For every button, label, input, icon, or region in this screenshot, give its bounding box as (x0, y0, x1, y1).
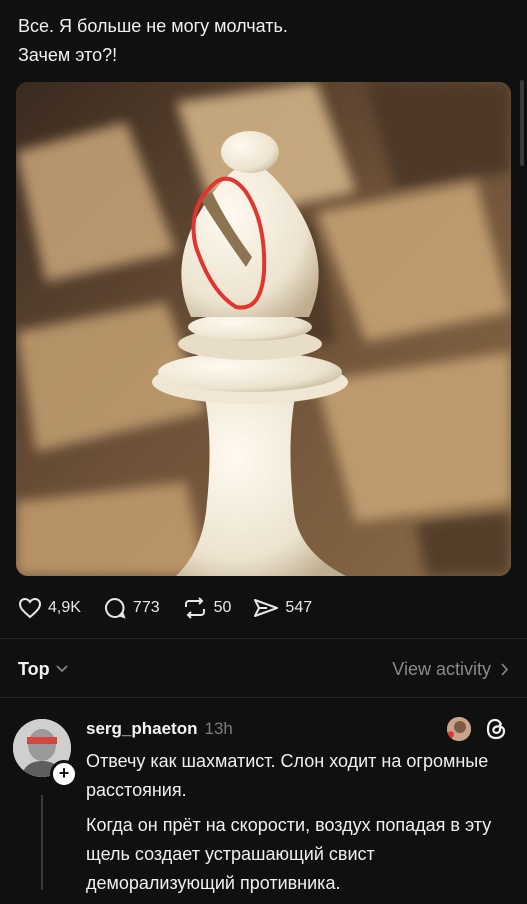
heart-icon (18, 597, 42, 619)
thread-line (41, 795, 43, 890)
chevron-right-icon (501, 662, 509, 676)
chevron-down-icon (56, 665, 68, 673)
post-caption-line: Зачем это?! (18, 45, 118, 65)
comment-paragraph: Отвечу как шахматист. Слон ходит на огро… (86, 751, 489, 800)
like-count: 4,9K (48, 599, 81, 616)
like-button[interactable]: 4,9K (18, 597, 81, 619)
timestamp: 13h (204, 719, 233, 738)
liked-by-author-avatar (447, 717, 471, 741)
share-count: 547 (285, 599, 313, 616)
threads-logo-icon[interactable] (485, 717, 507, 741)
comment-text: Отвечу как шахматист. Слон ходит на огро… (86, 747, 496, 904)
sort-label: Top (18, 658, 50, 679)
comment-button[interactable]: 773 (103, 596, 160, 620)
scrollbar[interactable] (520, 80, 524, 166)
post-caption-line: Все. Я больше не могу молчать. (18, 16, 288, 36)
comment-bubble-icon (104, 597, 126, 619)
comment-item[interactable]: + serg_phaeton 13h Отвечу как шахматист.… (0, 705, 527, 900)
divider (0, 697, 527, 698)
repost-icon (184, 597, 205, 619)
username[interactable]: serg_phaeton (86, 719, 197, 739)
divider (0, 638, 527, 639)
comment-count: 773 (132, 599, 160, 616)
comment-header: serg_phaeton 13h (86, 719, 233, 739)
replies-header: Top View activity (18, 655, 509, 683)
heart-badge-icon (447, 731, 454, 741)
view-activity-label: View activity (392, 658, 491, 679)
view-activity-link[interactable]: View activity (392, 659, 509, 680)
share-button[interactable]: 547 (253, 597, 312, 619)
sort-dropdown[interactable]: Top (18, 659, 68, 680)
follow-plus-button[interactable]: + (50, 760, 78, 788)
post-actions: 4,9K 773 50 547 (18, 594, 334, 622)
send-icon (254, 599, 279, 617)
repost-button[interactable]: 50 (182, 596, 232, 620)
repost-count: 50 (213, 599, 232, 616)
comment-meta-icons (447, 717, 507, 741)
post-caption: Все. Я больше не могу молчать. Зачем это… (18, 12, 288, 70)
post-image-chess-bishop[interactable] (16, 82, 511, 576)
comment-paragraph: Когда он прёт на скорости, воздух попада… (86, 815, 492, 893)
